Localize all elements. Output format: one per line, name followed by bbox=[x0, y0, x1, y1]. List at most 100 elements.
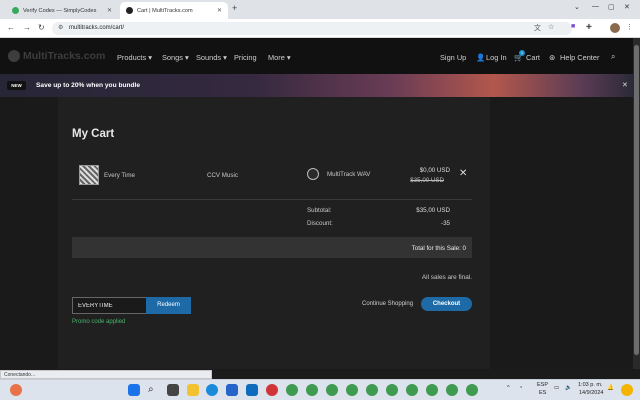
scrollbar-thumb[interactable] bbox=[634, 45, 639, 355]
log-in-link[interactable]: Log In bbox=[486, 53, 507, 62]
chrome-icon[interactable] bbox=[286, 384, 298, 396]
promo-banner[interactable]: NEW Save up to 20% when you bundle ✕ bbox=[0, 74, 633, 97]
network-icon[interactable]: ▭ bbox=[554, 385, 559, 391]
bookmark-star-icon[interactable]: ☆ bbox=[548, 23, 554, 31]
chrome-icon[interactable] bbox=[326, 384, 338, 396]
chrome-icon[interactable] bbox=[466, 384, 478, 396]
tab-title: Verify Codes — SimplyCodes bbox=[23, 7, 97, 14]
chrome-icon[interactable] bbox=[406, 384, 418, 396]
notification-bell-icon[interactable]: 🔔 bbox=[607, 385, 614, 391]
all-sales-final-note: All sales are final. bbox=[421, 274, 472, 281]
file-explorer-icon[interactable] bbox=[187, 384, 199, 396]
tray-chevron-icon[interactable]: ^ bbox=[507, 385, 510, 391]
site-info-icon[interactable]: ⚙ bbox=[58, 24, 63, 31]
app-icon[interactable] bbox=[266, 384, 278, 396]
minimize-button[interactable]: — bbox=[592, 3, 599, 10]
chrome-icon[interactable] bbox=[306, 384, 318, 396]
subtotal-value: $35,00 USD bbox=[416, 207, 450, 214]
nav-more[interactable]: More ▾ bbox=[268, 53, 291, 62]
song-title[interactable]: Every Time bbox=[104, 172, 135, 179]
browser-tab-strip: Verify Codes — SimplyCodes ✕ Cart | Mult… bbox=[0, 0, 640, 19]
help-icon: ⊛ bbox=[549, 53, 556, 62]
new-tab-button[interactable]: + bbox=[232, 3, 237, 13]
help-center-link[interactable]: Help Center bbox=[560, 53, 599, 62]
close-promo-icon[interactable]: ✕ bbox=[622, 81, 628, 89]
wifi-icon[interactable]: ◔ bbox=[519, 385, 522, 391]
promo-text[interactable]: Save up to 20% when you bundle bbox=[36, 82, 140, 89]
clock-date[interactable]: 14/9/2024 bbox=[579, 390, 603, 396]
promo-code-input[interactable] bbox=[72, 297, 147, 314]
close-tab-icon[interactable]: ✕ bbox=[217, 7, 222, 14]
simplycodes-favicon-icon bbox=[12, 7, 19, 14]
windows-taskbar: ⌕ ^ ◔ ESP ES ▭ 🔈 1:03 p. m. 14/9/2024 🔔 bbox=[0, 379, 640, 400]
continue-shopping-link[interactable]: Continue Shopping bbox=[362, 301, 413, 307]
nav-sounds[interactable]: Sounds ▾ bbox=[196, 53, 227, 62]
chrome-icon[interactable] bbox=[346, 384, 358, 396]
nav-products[interactable]: Products ▾ bbox=[117, 53, 152, 62]
checkout-button[interactable]: Checkout bbox=[421, 297, 472, 311]
search-taskbar-icon[interactable]: ⌕ bbox=[148, 384, 160, 396]
user-icon: 👤 bbox=[476, 53, 486, 62]
start-menu-icon[interactable] bbox=[128, 384, 140, 396]
cart-panel bbox=[58, 97, 490, 369]
tab-search-icon[interactable]: ⌄ bbox=[574, 3, 580, 11]
chrome-icon[interactable] bbox=[446, 384, 458, 396]
clock-time[interactable]: 1:03 p. m. bbox=[578, 382, 602, 388]
extension-icon[interactable]: ■ bbox=[571, 23, 575, 30]
chrome-icon[interactable] bbox=[426, 384, 438, 396]
forward-arrow-icon[interactable]: → bbox=[23, 23, 31, 32]
new-badge: NEW bbox=[7, 81, 26, 90]
task-view-icon[interactable] bbox=[167, 384, 179, 396]
edge-browser-icon[interactable] bbox=[206, 384, 218, 396]
nav-songs[interactable]: Songs ▾ bbox=[162, 53, 189, 62]
page-title: My Cart bbox=[72, 128, 115, 140]
total-label: Total for this Sale: 0 bbox=[411, 245, 466, 252]
browser-toolbar: ← → ↻ ⚙ multitracks.com/cart/ 文 ☆ ■ ✚ ⋮ bbox=[0, 19, 640, 38]
search-icon[interactable]: ⌕ bbox=[611, 52, 615, 62]
multitrack-format-icon bbox=[307, 168, 319, 180]
maximize-button[interactable]: ▢ bbox=[608, 3, 615, 11]
chrome-icon[interactable] bbox=[386, 384, 398, 396]
subtotal-label: Subtotal: bbox=[307, 207, 332, 214]
logo-text: MultiTracks.com bbox=[23, 50, 106, 62]
address-bar[interactable]: ⚙ multitracks.com/cart/ bbox=[52, 22, 572, 35]
artist-name[interactable]: CCV Music bbox=[207, 172, 238, 179]
divider bbox=[72, 199, 472, 200]
browser-menu-icon[interactable]: ⋮ bbox=[626, 23, 633, 31]
language-indicator[interactable]: ESP bbox=[537, 382, 548, 388]
nav-pricing[interactable]: Pricing bbox=[234, 53, 257, 62]
tab-simplycodes[interactable]: Verify Codes — SimplyCodes ✕ bbox=[6, 2, 118, 19]
store-icon[interactable] bbox=[226, 384, 238, 396]
cart-link[interactable]: Cart bbox=[526, 53, 540, 62]
close-tab-icon[interactable]: ✕ bbox=[107, 7, 112, 14]
multitracks-logo-icon bbox=[8, 50, 20, 62]
region-indicator[interactable]: ES bbox=[539, 390, 546, 396]
song-artwork bbox=[79, 165, 99, 185]
weather-widget-icon[interactable] bbox=[10, 384, 22, 396]
volume-icon[interactable]: 🔈 bbox=[565, 385, 572, 391]
status-bar: Conectando... bbox=[0, 370, 212, 379]
redeem-button[interactable]: Redeem bbox=[146, 297, 191, 314]
copilot-icon[interactable] bbox=[621, 384, 633, 396]
tab-multitracks-cart[interactable]: Cart | MultiTracks.com ✕ bbox=[120, 2, 228, 19]
back-arrow-icon[interactable]: ← bbox=[7, 23, 15, 32]
remove-item-icon[interactable]: ✕ bbox=[459, 168, 467, 179]
discount-value: -35 bbox=[441, 220, 450, 227]
site-logo[interactable]: MultiTracks.com bbox=[8, 50, 105, 62]
cart-count-badge: 1 bbox=[519, 50, 525, 56]
original-price: $35,00 USD bbox=[410, 177, 444, 184]
chrome-icon[interactable] bbox=[366, 384, 378, 396]
extensions-puzzle-icon[interactable]: ✚ bbox=[586, 23, 592, 31]
discount-label: Discount: bbox=[307, 220, 333, 227]
reload-icon[interactable]: ↻ bbox=[38, 23, 45, 32]
window-close-button[interactable]: ✕ bbox=[624, 3, 630, 11]
promo-applied-message: Promo code applied bbox=[72, 319, 126, 325]
translate-icon[interactable]: 文 bbox=[534, 23, 541, 33]
tab-title: Cart | MultiTracks.com bbox=[137, 7, 193, 14]
multitracks-favicon-icon bbox=[126, 7, 133, 14]
profile-avatar[interactable] bbox=[610, 23, 620, 33]
sign-up-link[interactable]: Sign Up bbox=[440, 53, 466, 62]
mail-icon[interactable] bbox=[246, 384, 258, 396]
url-text: multitracks.com/cart/ bbox=[69, 25, 125, 31]
site-header: MultiTracks.com Products ▾ Songs ▾ Sound… bbox=[0, 38, 633, 74]
